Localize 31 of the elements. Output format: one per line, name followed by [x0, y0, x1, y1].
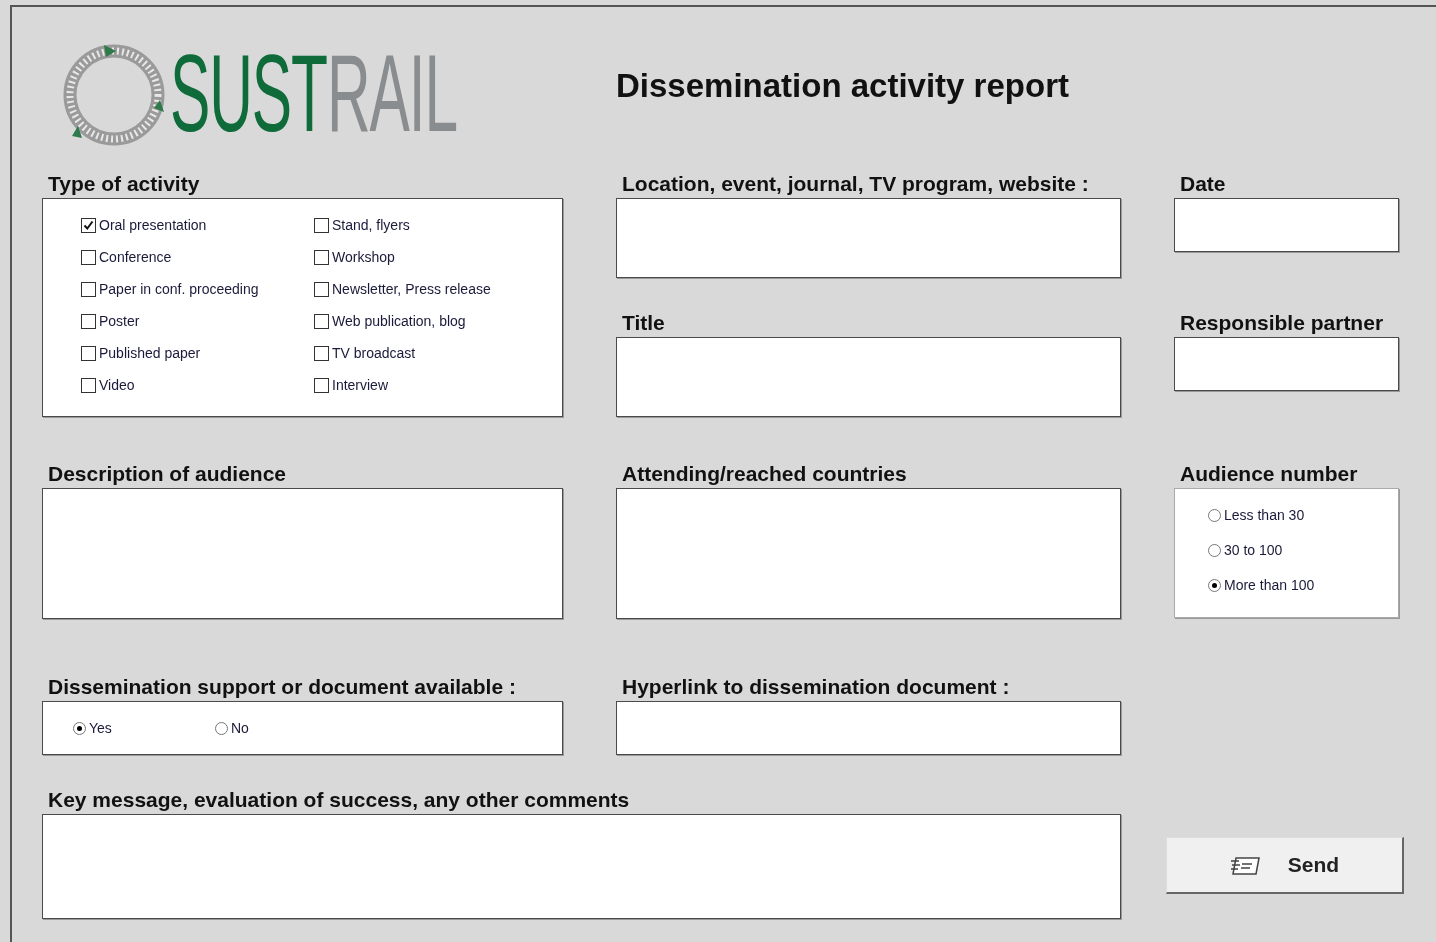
form-title: Dissemination activity report [616, 67, 1069, 105]
send-button[interactable]: Send [1166, 837, 1404, 894]
activity-checkbox[interactable]: Web publication, blog [314, 311, 534, 331]
activity-checkbox[interactable]: TV broadcast [314, 343, 534, 363]
field-label: Location, event, journal, TV program, website : [621, 172, 1090, 196]
field-label: Key message, evaluation of success, any other comments [47, 788, 631, 812]
activity-checkbox[interactable]: Video [81, 375, 314, 395]
activity-checkbox[interactable]: Interview [314, 375, 534, 395]
activity-checkbox[interactable]: Paper in conf. proceeding [81, 279, 314, 299]
activity-checkbox[interactable]: Stand, flyers [314, 215, 534, 235]
support-radio[interactable]: No [215, 718, 257, 738]
activity-checkbox[interactable]: Poster [81, 311, 314, 331]
field-label: Dissemination support or document available : [47, 675, 517, 699]
field-label: Date [1179, 172, 1227, 196]
field-label: Type of activity [47, 172, 201, 196]
activity-checkbox[interactable]: Oral presentation [81, 215, 314, 235]
audience-radio[interactable]: More than 100 [1208, 575, 1398, 595]
audience-radio[interactable]: Less than 30 [1208, 505, 1398, 525]
audience-radio[interactable]: 30 to 100 [1208, 540, 1398, 560]
field-label: Audience number [1179, 462, 1359, 486]
activity-checkbox[interactable]: Conference [81, 247, 314, 267]
activity-checkbox[interactable]: Newsletter, Press release [314, 279, 534, 299]
support-radio[interactable]: Yes [73, 718, 115, 738]
activity-checkbox[interactable]: Workshop [314, 247, 534, 267]
field-label: Description of audience [47, 462, 288, 486]
field-label: Title [621, 311, 666, 335]
field-label: Hyperlink to dissemination document : [621, 675, 1011, 699]
activity-checkbox[interactable]: Published paper [81, 343, 314, 363]
logo-text: SUSTRAIL [170, 38, 458, 148]
field-label: Responsible partner [1179, 311, 1385, 335]
field-label: Attending/reached countries [621, 462, 908, 486]
